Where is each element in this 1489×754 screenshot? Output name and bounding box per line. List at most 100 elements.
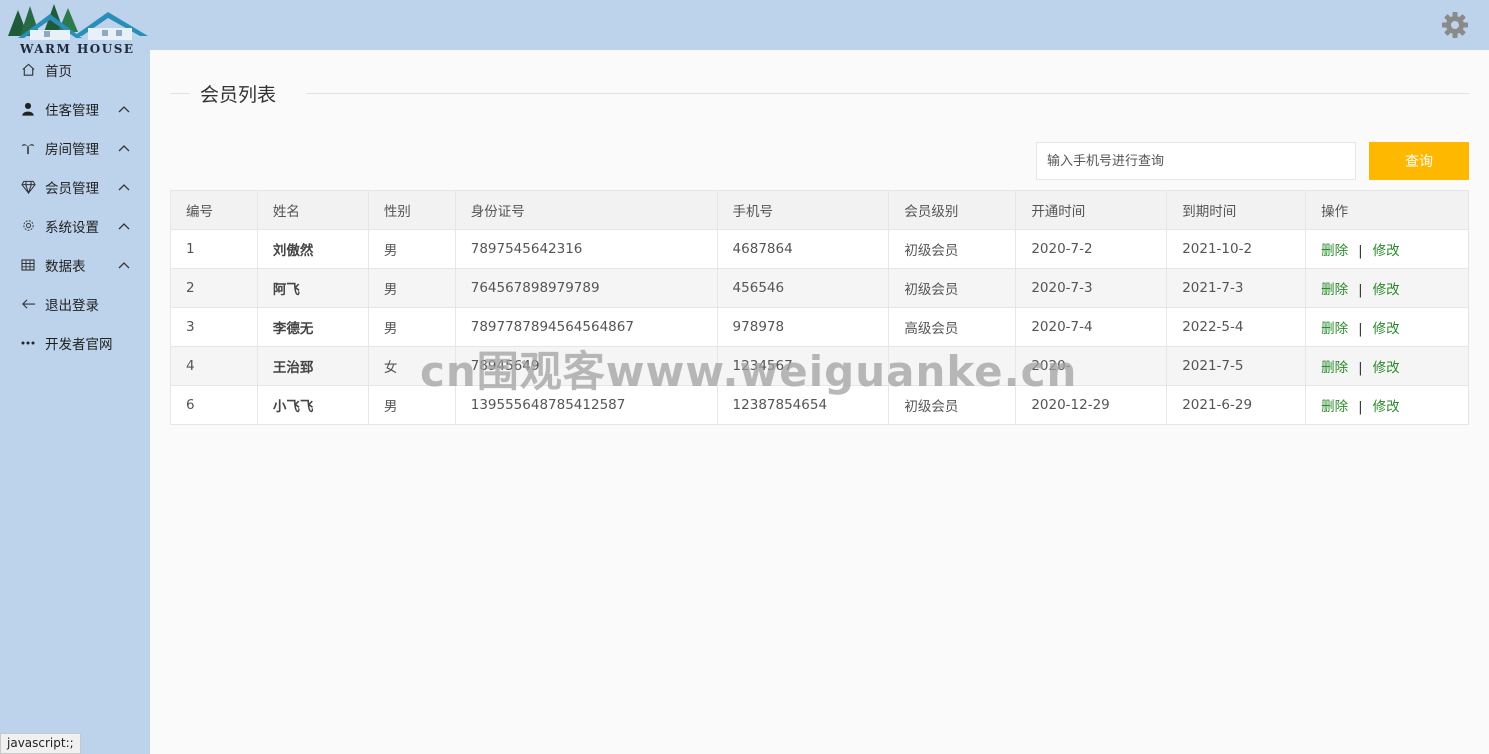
title-divider-left [170,93,190,94]
cell-phone: 456546 [716,268,890,308]
cell-name: 小飞飞 [256,385,369,425]
cell-id-card: 78945649 [454,346,718,386]
phone-search-input[interactable] [1036,142,1356,180]
main-content: 会员列表 查询 编号 姓名 性别 身份证号 手机号 会员级别 开通时间 到期时间… [150,50,1489,754]
search-button[interactable]: 查询 [1369,142,1469,180]
table-row: 3 李德无男 7897787894564564867 978978 高级会员 2020-7… [170,307,1469,347]
settings-gear-icon[interactable] [1441,11,1469,39]
cell-actions: 删除 | 修改 [1305,268,1469,308]
cell-start: 2020-7-2 [1015,229,1168,269]
logo[interactable]: WARM HOUSE [4,2,150,56]
edit-link[interactable]: 修改 [1373,243,1400,259]
table-row: 1 刘傲然男 7897545642316 4687864 初级会员 2020-7-2 202… [170,229,1469,269]
cell-id-card: 764567898979789 [454,268,718,308]
delete-link[interactable]: 删除 [1321,282,1348,298]
gear-icon [20,218,36,234]
sidebar-item-label: 系统设置 [45,219,99,236]
sidebar-item-data-table[interactable]: 数据表 [0,245,150,284]
cell-start: 2020-12-29 [1015,385,1168,425]
sidebar-item-developer-site[interactable]: 开发者官网 [0,323,150,362]
column-header: 到期时间 [1166,190,1307,230]
sidebar-item-logout[interactable]: 退出登录 [0,284,150,323]
title-divider-right [306,93,1469,94]
sidebar-item-room-management[interactable]: 房间管理 [0,128,150,167]
chevron-up-icon [118,106,130,113]
cell-id-card: 7897545642316 [454,229,718,269]
chevron-up-icon [118,184,130,191]
member-table: 编号 姓名 性别 身份证号 手机号 会员级别 开通时间 到期时间 操作 1 刘傲然… [170,190,1469,425]
table-icon [20,257,36,273]
cell-level: 初级会员 [888,385,1017,425]
column-header: 操作 [1305,190,1469,230]
delete-link[interactable]: 删除 [1321,243,1348,259]
column-header: 编号 [170,190,258,230]
cell-phone: 4687864 [716,229,890,269]
browser-status-bar: javascript:; [0,733,81,754]
action-separator: | [1358,399,1363,415]
sidebar-item-guest-management[interactable]: 住客管理 [0,89,150,128]
diamond-icon [20,179,36,195]
column-header: 手机号 [716,190,890,230]
cell-id: 2 [170,268,258,308]
column-header: 姓名 [256,190,369,230]
column-header: 开通时间 [1015,190,1168,230]
column-header: 身份证号 [454,190,718,230]
edit-link[interactable]: 修改 [1373,321,1400,337]
delete-link[interactable]: 删除 [1321,360,1348,376]
sidebar-menu: 首页 住客管理 房间管理 会员管理 系统设置 数据表 退出登录 开发者官网 [0,50,150,362]
sidebar-item-member-management[interactable]: 会员管理 [0,167,150,206]
chevron-up-icon [118,262,130,269]
cell-id-card: 139555648785412587 [454,385,718,425]
cell-id: 1 [170,229,258,269]
table-row: 2 阿飞男 764567898979789 456546 初级会员 2020-7-3 202… [170,268,1469,308]
page-title: 会员列表 [200,84,277,106]
cell-end: 2021-7-5 [1166,346,1307,386]
top-header [150,0,1489,50]
sidebar-item-label: 住客管理 [45,102,99,119]
cell-start: 2020- [1015,346,1168,386]
cell-level: 初级会员 [888,268,1017,308]
sidebar-item-label: 会员管理 [45,180,99,197]
cell-end: 2022-5-4 [1166,307,1307,347]
arrow-left-icon [20,296,36,312]
action-separator: | [1358,321,1363,337]
cell-level: 高级会员 [888,307,1017,347]
cell-phone: 1234567 [716,346,890,386]
sidebar-item-home[interactable]: 首页 [0,50,150,89]
sidebar-item-label: 房间管理 [45,141,99,158]
cell-gender: 男 [367,307,456,347]
cell-start: 2020-7-4 [1015,307,1168,347]
chevron-up-icon [118,145,130,152]
cell-end: 2021-6-29 [1166,385,1307,425]
cell-phone: 12387854654 [716,385,890,425]
cell-id: 6 [170,385,258,425]
cell-name: 阿飞 [256,268,369,308]
table-row: 4 王治郅女 78945649 1234567 2020- 2021-7-5 删除 | 修改 [170,346,1469,386]
table-row: 6 小飞飞男 139555648785412587 12387854654 初级会员 20… [170,385,1469,425]
sidebar-item-label: 首页 [45,63,72,80]
cell-gender: 男 [367,268,456,308]
cell-actions: 删除 | 修改 [1305,346,1469,386]
ellipsis-icon [20,335,36,351]
cell-start: 2020-7-3 [1015,268,1168,308]
cell-actions: 删除 | 修改 [1305,385,1469,425]
delete-link[interactable]: 删除 [1321,399,1348,415]
cell-gender: 女 [367,346,456,386]
cell-end: 2021-10-2 [1166,229,1307,269]
sidebar-item-system-settings[interactable]: 系统设置 [0,206,150,245]
action-separator: | [1358,282,1363,298]
edit-link[interactable]: 修改 [1373,360,1400,376]
page-title-fieldset: 会员列表 [170,80,1469,108]
column-header: 会员级别 [888,190,1017,230]
delete-link[interactable]: 删除 [1321,321,1348,337]
edit-link[interactable]: 修改 [1373,282,1400,298]
cell-id-card: 7897787894564564867 [454,307,718,347]
home-icon [20,62,36,78]
cell-gender: 男 [367,385,456,425]
edit-link[interactable]: 修改 [1373,399,1400,415]
cell-level: 初级会员 [888,229,1017,269]
palm-tree-icon [20,140,36,156]
cell-name: 刘傲然 [256,229,369,269]
cell-id: 3 [170,307,258,347]
cell-actions: 删除 | 修改 [1305,307,1469,347]
